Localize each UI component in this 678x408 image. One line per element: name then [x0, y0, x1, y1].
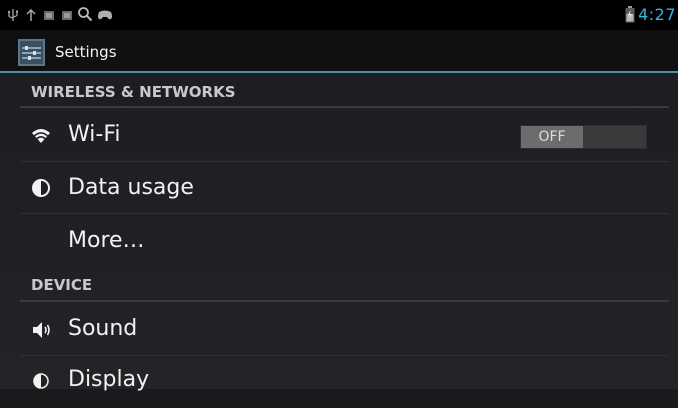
setting-item-more[interactable]: More…	[20, 214, 669, 269]
clock: 4:27	[638, 5, 676, 24]
notification-icon	[62, 11, 72, 20]
settings-list: WIRELESS & NETWORKS Wi-Fi OFF Data usage…	[0, 73, 678, 392]
search-icon	[78, 7, 93, 22]
setting-item-wifi[interactable]: Wi-Fi OFF	[20, 110, 669, 162]
section-header-wireless: WIRELESS & NETWORKS	[20, 81, 669, 108]
upload-icon	[26, 8, 36, 21]
wifi-icon	[32, 129, 50, 143]
game-controller-icon	[98, 10, 112, 20]
page-title: Settings	[55, 43, 117, 61]
setting-label: Display	[68, 367, 150, 392]
setting-item-data-usage[interactable]: Data usage	[20, 162, 669, 214]
setting-item-display[interactable]: Display	[20, 356, 669, 408]
toggle-state: OFF	[521, 126, 583, 148]
wifi-toggle[interactable]: OFF	[520, 125, 647, 149]
setting-label: Wi-Fi	[68, 122, 121, 147]
settings-app-icon[interactable]	[18, 39, 45, 66]
setting-label: More…	[68, 228, 145, 253]
notification-icon	[44, 11, 54, 20]
setting-label: Data usage	[68, 175, 194, 200]
setting-label: Sound	[68, 316, 138, 341]
setting-item-sound[interactable]: Sound	[20, 304, 669, 356]
section-header-device: DEVICE	[20, 273, 669, 302]
usb-icon	[7, 9, 18, 21]
data-usage-icon	[32, 179, 50, 197]
action-bar: Settings	[0, 30, 678, 73]
status-bar: 4:27	[0, 0, 678, 30]
sound-icon	[33, 322, 50, 338]
battery-icon	[625, 6, 635, 23]
